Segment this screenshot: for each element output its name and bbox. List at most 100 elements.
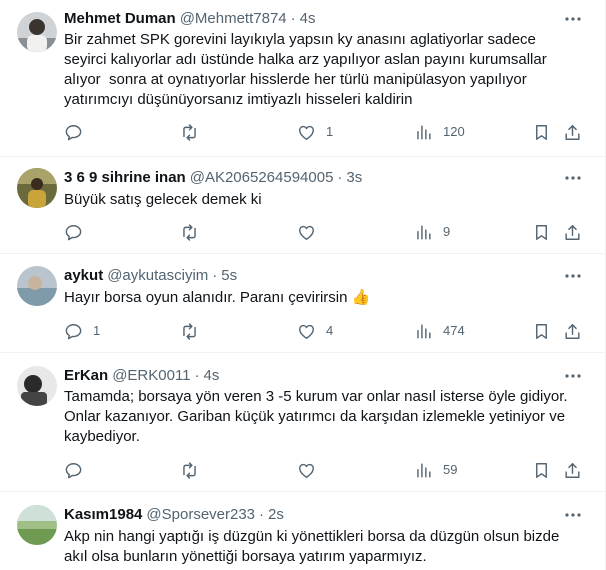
reply-icon bbox=[65, 224, 82, 240]
views-button[interactable]: 9 bbox=[414, 222, 450, 242]
action-bar: 9 bbox=[0, 222, 605, 242]
separator-dot: · bbox=[337, 169, 343, 186]
heart-icon bbox=[299, 463, 314, 478]
reply-button[interactable] bbox=[64, 460, 93, 480]
share-button[interactable] bbox=[563, 122, 582, 142]
timestamp[interactable]: 4s bbox=[300, 9, 316, 29]
bookmark-icon bbox=[536, 462, 547, 478]
retweet-icon bbox=[183, 223, 196, 241]
bookmark-icon bbox=[536, 323, 547, 339]
share-icon bbox=[565, 224, 580, 240]
more-button[interactable] bbox=[563, 505, 583, 525]
tweet-text: Büyük satış gelecek demek ki bbox=[64, 191, 262, 208]
reply-icon bbox=[65, 124, 82, 140]
retweet-button[interactable] bbox=[180, 122, 209, 142]
retweet-button[interactable] bbox=[180, 460, 209, 480]
like-button[interactable] bbox=[297, 460, 326, 480]
bookmark-button[interactable] bbox=[532, 460, 551, 480]
retweet-button[interactable] bbox=[180, 222, 209, 242]
username[interactable]: @aykutasciyim bbox=[107, 266, 208, 286]
username[interactable]: @ERK0011 bbox=[112, 366, 190, 386]
display-name[interactable]: ErKan bbox=[64, 366, 108, 386]
views-icon bbox=[417, 323, 431, 339]
display-name[interactable]: aykut bbox=[64, 266, 103, 286]
more-button[interactable] bbox=[563, 266, 583, 286]
display-name[interactable]: Mehmet Duman bbox=[64, 9, 176, 29]
tweet[interactable]: Kasım1984 @Sporsever233 · 2s Akp nin han… bbox=[0, 492, 605, 570]
thumbs-up-emoji: 👍 bbox=[351, 289, 371, 306]
tweet-text: Bir zahmet SPK gorevini layıkıyla yapsın… bbox=[64, 31, 547, 108]
like-button[interactable] bbox=[297, 222, 326, 242]
views-button[interactable]: 120 bbox=[414, 122, 465, 142]
more-icon bbox=[565, 17, 581, 21]
avatar[interactable] bbox=[17, 168, 57, 208]
bookmark-button[interactable] bbox=[532, 222, 551, 242]
reply-button[interactable] bbox=[64, 122, 93, 142]
views-icon bbox=[417, 462, 431, 478]
action-bar: 1 120 bbox=[0, 122, 605, 142]
views-count: 474 bbox=[443, 323, 465, 338]
share-icon bbox=[565, 462, 580, 478]
more-button[interactable] bbox=[563, 366, 583, 386]
more-button[interactable] bbox=[563, 9, 583, 29]
separator-dot: · bbox=[212, 267, 218, 284]
heart-icon bbox=[299, 225, 314, 240]
action-bar: 59 bbox=[0, 460, 605, 480]
heart-icon bbox=[299, 125, 314, 140]
tweet[interactable]: 3 6 9 sihrine inan @AK2065264594005 · 3s… bbox=[0, 157, 605, 254]
timestamp[interactable]: 2s bbox=[268, 505, 284, 525]
share-button[interactable] bbox=[563, 321, 582, 341]
display-name[interactable]: Kasım1984 bbox=[64, 505, 142, 525]
tweet[interactable]: Mehmet Duman @Mehmett7874 · 4s Bir zahme… bbox=[0, 0, 605, 157]
username[interactable]: @Sporsever233 bbox=[146, 505, 255, 525]
like-count: 1 bbox=[326, 124, 334, 139]
username[interactable]: @Mehmett7874 bbox=[180, 9, 287, 29]
avatar[interactable] bbox=[17, 366, 57, 406]
timestamp[interactable]: 3s bbox=[346, 168, 362, 188]
heart-icon bbox=[299, 324, 314, 339]
separator-dot: · bbox=[259, 506, 265, 523]
retweet-icon bbox=[183, 123, 196, 141]
action-bar: 1 4 474 bbox=[0, 321, 605, 341]
avatar[interactable] bbox=[17, 266, 57, 306]
like-button[interactable]: 1 bbox=[297, 122, 333, 142]
tweet-text: Tamamda; borsaya yön veren 3 -5 kurum va… bbox=[64, 388, 568, 445]
more-button[interactable] bbox=[563, 168, 583, 188]
username[interactable]: @AK2065264594005 bbox=[190, 168, 334, 188]
avatar[interactable] bbox=[17, 12, 57, 52]
views-button[interactable]: 59 bbox=[414, 460, 457, 480]
tweet-text-container: Hayır borsa oyun alanıdır. Paranı çeviri… bbox=[64, 288, 584, 308]
retweet-button[interactable] bbox=[180, 321, 209, 341]
bookmark-icon bbox=[536, 224, 547, 240]
views-count: 59 bbox=[443, 462, 458, 477]
views-button[interactable]: 474 bbox=[414, 321, 465, 341]
views-count: 9 bbox=[443, 224, 451, 239]
more-icon bbox=[565, 374, 581, 378]
reply-button[interactable]: 1 bbox=[64, 321, 100, 341]
share-icon bbox=[565, 323, 580, 339]
timestamp[interactable]: 5s bbox=[221, 266, 237, 286]
reply-icon bbox=[65, 323, 82, 339]
reply-button[interactable] bbox=[64, 222, 93, 242]
views-icon bbox=[417, 124, 431, 140]
share-icon bbox=[565, 124, 580, 140]
tweet-text: Akp nin hangi yaptığı iş düzgün ki yönet… bbox=[64, 528, 560, 565]
display-name[interactable]: 3 6 9 sihrine inan bbox=[64, 168, 186, 188]
bookmark-icon bbox=[536, 124, 547, 140]
more-icon bbox=[565, 513, 581, 517]
reply-icon bbox=[65, 462, 82, 478]
bookmark-button[interactable] bbox=[532, 122, 551, 142]
timestamp[interactable]: 4s bbox=[204, 366, 220, 386]
tweet-text: Hayır borsa oyun alanıdır. Paranı çeviri… bbox=[64, 289, 348, 306]
bookmark-button[interactable] bbox=[532, 321, 551, 341]
retweet-icon bbox=[183, 322, 196, 340]
like-count: 4 bbox=[326, 323, 334, 338]
share-button[interactable] bbox=[563, 460, 582, 480]
avatar[interactable] bbox=[17, 505, 57, 545]
tweet[interactable]: aykut @aykutasciyim · 5s Hayır borsa oyu… bbox=[0, 254, 605, 353]
reply-count: 1 bbox=[93, 323, 101, 338]
views-icon bbox=[417, 224, 431, 240]
share-button[interactable] bbox=[563, 222, 582, 242]
tweet[interactable]: ErKan @ERK0011 · 4s Tamamda; borsaya yön… bbox=[0, 353, 605, 492]
like-button[interactable]: 4 bbox=[297, 321, 333, 341]
